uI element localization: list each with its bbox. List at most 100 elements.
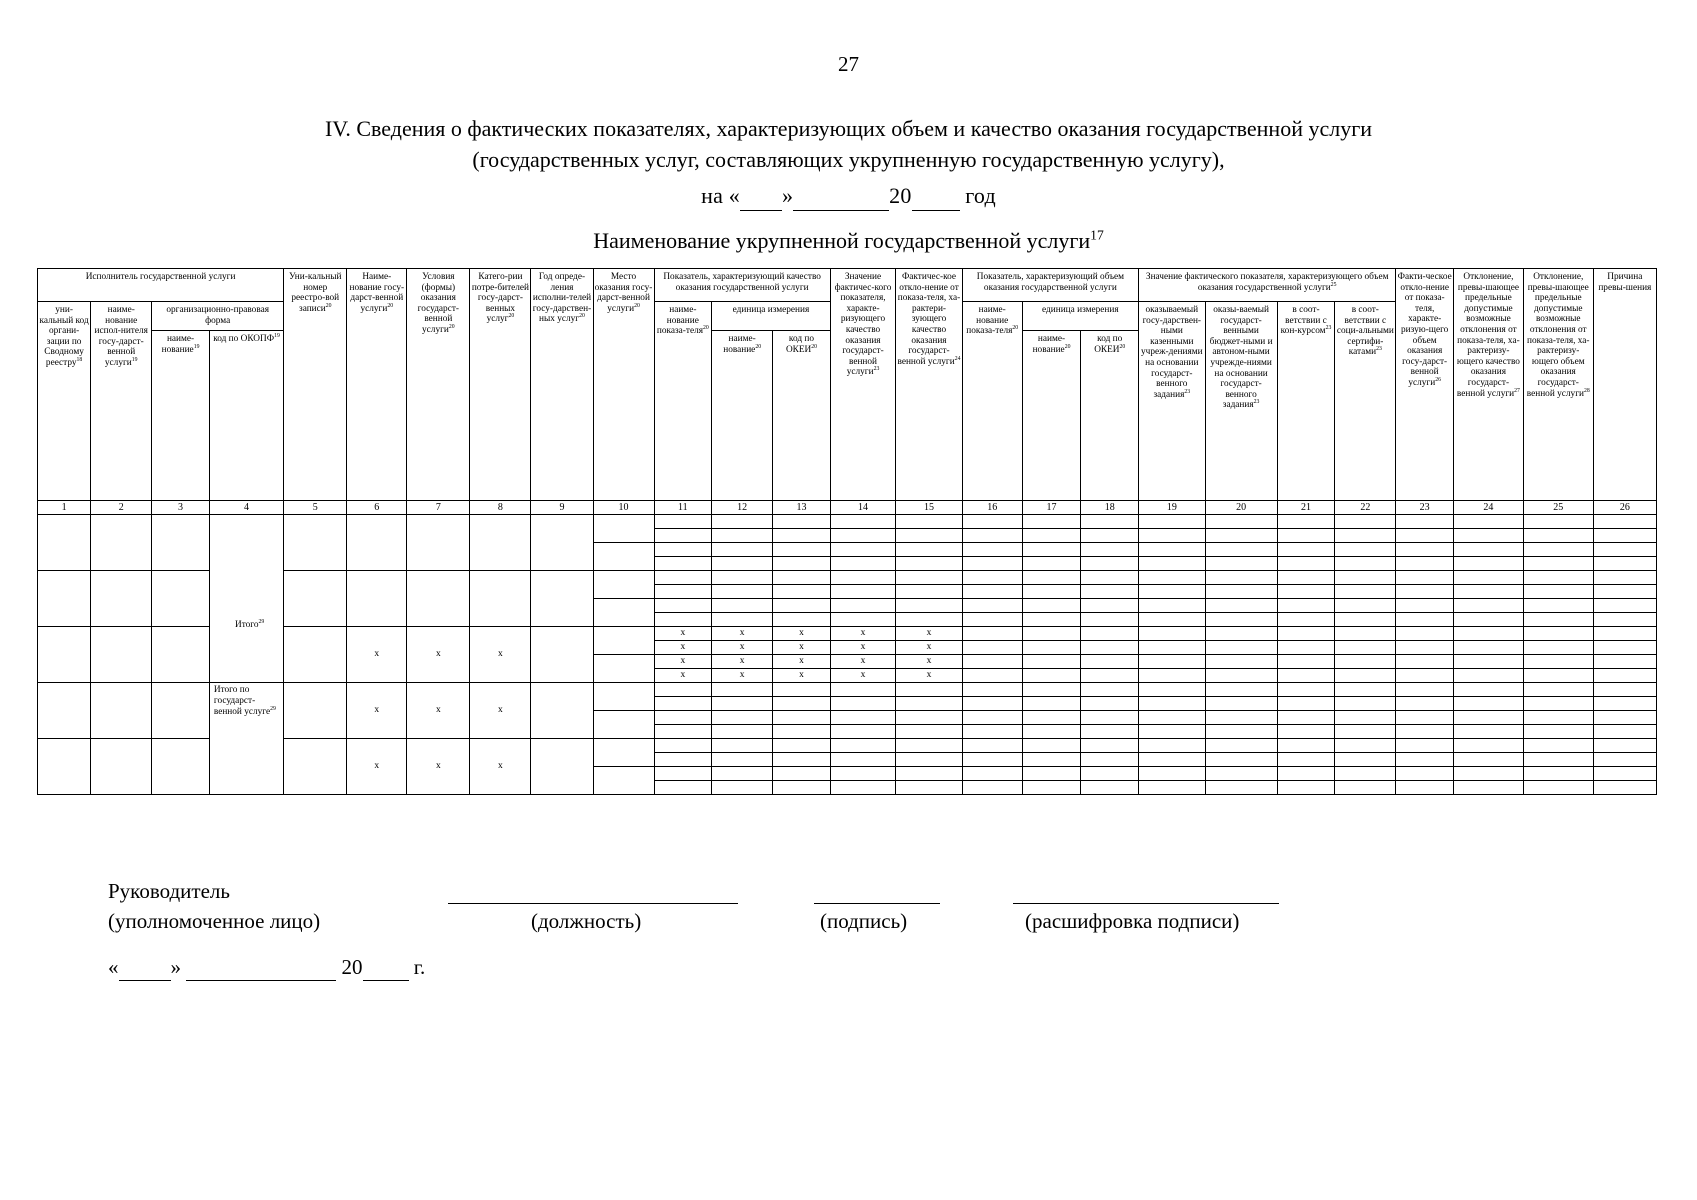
cell-c11[interactable]: [653, 584, 713, 599]
cell-c16[interactable]: [961, 556, 1023, 571]
cell-c24[interactable]: [1452, 752, 1524, 767]
cell-c5[interactable]: [283, 570, 348, 627]
cell-c24[interactable]: [1452, 682, 1524, 697]
cell-c11[interactable]: [653, 780, 713, 795]
cell-c22[interactable]: [1334, 626, 1397, 641]
cell-c11[interactable]: [653, 528, 713, 543]
cell-c23[interactable]: [1395, 584, 1454, 599]
cell-c25[interactable]: [1522, 654, 1594, 669]
cell-c22[interactable]: [1334, 780, 1397, 795]
cell-c21[interactable]: [1276, 598, 1336, 613]
cell-c11[interactable]: [653, 612, 713, 627]
cell-c13[interactable]: [772, 570, 831, 585]
cell-c15[interactable]: [895, 556, 963, 571]
cell-c23[interactable]: [1395, 682, 1454, 697]
cell-c16[interactable]: [961, 640, 1023, 655]
cell-c15[interactable]: [895, 598, 963, 613]
cell-c12[interactable]: [711, 528, 774, 543]
cell-c17[interactable]: [1021, 766, 1082, 781]
cell-c9[interactable]: [530, 514, 594, 571]
cell-c18[interactable]: [1080, 724, 1140, 739]
cell-c17[interactable]: [1021, 668, 1082, 683]
cell-c18[interactable]: [1080, 626, 1140, 641]
cell-c26[interactable]: [1592, 542, 1658, 557]
cell-c18[interactable]: [1080, 598, 1140, 613]
cell-c22[interactable]: [1334, 752, 1397, 767]
cell-c21[interactable]: [1276, 612, 1336, 627]
cell-c16[interactable]: [961, 654, 1023, 669]
cell-c17[interactable]: [1021, 584, 1082, 599]
cell-c11[interactable]: [653, 556, 713, 571]
cell-c22[interactable]: [1334, 710, 1397, 725]
cell-c16[interactable]: [961, 766, 1023, 781]
cell-c9[interactable]: [530, 738, 594, 795]
cell-c6[interactable]: [346, 514, 408, 571]
cell-c18[interactable]: [1080, 640, 1140, 655]
day-blank[interactable]: [739, 210, 782, 211]
cell-c18[interactable]: [1080, 584, 1140, 599]
cell-c18[interactable]: [1080, 682, 1140, 697]
cell-c25[interactable]: [1522, 696, 1594, 711]
cell-c19[interactable]: [1138, 766, 1206, 781]
cell-c3[interactable]: [151, 682, 210, 739]
cell-c3[interactable]: [151, 738, 210, 795]
cell-c5[interactable]: [283, 626, 348, 683]
cell-c20[interactable]: [1204, 542, 1278, 557]
cell-c24[interactable]: [1452, 528, 1524, 543]
cell-c18[interactable]: [1080, 668, 1140, 683]
cell-c13[interactable]: [772, 696, 831, 711]
cell-c13[interactable]: [772, 612, 831, 627]
cell-c16[interactable]: [961, 528, 1023, 543]
cell-c26[interactable]: [1592, 528, 1658, 543]
cell-c12[interactable]: [711, 514, 774, 529]
cell-c11[interactable]: [653, 738, 713, 753]
cell-c12[interactable]: [711, 696, 774, 711]
cell-c24[interactable]: [1452, 584, 1524, 599]
cell-c20[interactable]: [1204, 696, 1278, 711]
cell-c18[interactable]: [1080, 766, 1140, 781]
cell-c15[interactable]: [895, 528, 963, 543]
cell-c24[interactable]: [1452, 654, 1524, 669]
cell-c17[interactable]: [1021, 556, 1082, 571]
cell-c21[interactable]: [1276, 738, 1336, 753]
cell-c20[interactable]: [1204, 654, 1278, 669]
cell-c19[interactable]: [1138, 682, 1206, 697]
cell-c19[interactable]: [1138, 752, 1206, 767]
cell-c24[interactable]: [1452, 514, 1524, 529]
cell-c24[interactable]: [1452, 598, 1524, 613]
cell-c22[interactable]: [1334, 598, 1397, 613]
cell-c14[interactable]: [829, 780, 897, 795]
cell-c14[interactable]: [829, 738, 897, 753]
cell-c13[interactable]: [772, 682, 831, 697]
cell-c20[interactable]: [1204, 612, 1278, 627]
cell-c22[interactable]: [1334, 570, 1397, 585]
cell-c3[interactable]: [151, 570, 210, 627]
cell-c23[interactable]: [1395, 640, 1454, 655]
cell-c23[interactable]: [1395, 780, 1454, 795]
cell-c26[interactable]: [1592, 710, 1658, 725]
cell-c11[interactable]: [653, 542, 713, 557]
cell-c20[interactable]: [1204, 570, 1278, 585]
cell-c18[interactable]: [1080, 738, 1140, 753]
date-day-blank[interactable]: [118, 980, 171, 981]
cell-c23[interactable]: [1395, 612, 1454, 627]
cell-c17[interactable]: [1021, 640, 1082, 655]
cell-c22[interactable]: [1334, 738, 1397, 753]
cell-c9[interactable]: [530, 626, 594, 683]
cell-c12[interactable]: [711, 710, 774, 725]
cell-c23[interactable]: [1395, 626, 1454, 641]
cell-c16[interactable]: [961, 724, 1023, 739]
cell-c19[interactable]: [1138, 514, 1206, 529]
cell-c18[interactable]: [1080, 780, 1140, 795]
cell-c23[interactable]: [1395, 556, 1454, 571]
cell-c26[interactable]: [1592, 738, 1658, 753]
cell-c24[interactable]: [1452, 710, 1524, 725]
cell-c18[interactable]: [1080, 696, 1140, 711]
cell-c23[interactable]: [1395, 542, 1454, 557]
cell-c17[interactable]: [1021, 542, 1082, 557]
cell-c25[interactable]: [1522, 528, 1594, 543]
cell-c24[interactable]: [1452, 612, 1524, 627]
cell-c12[interactable]: [711, 570, 774, 585]
cell-c16[interactable]: [961, 612, 1023, 627]
cell-c21[interactable]: [1276, 654, 1336, 669]
